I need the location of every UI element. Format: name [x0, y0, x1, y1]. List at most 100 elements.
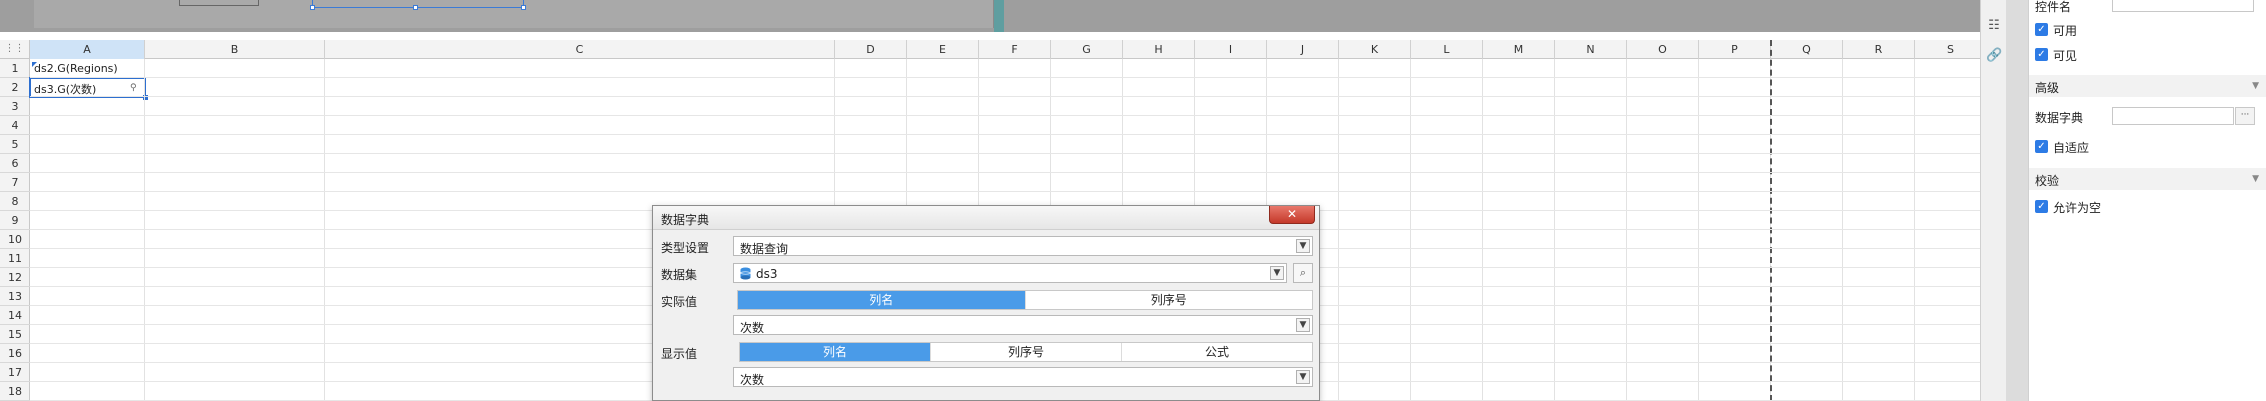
cell-a1[interactable]: ds2.G(Regions): [34, 62, 118, 75]
column-header-r[interactable]: R: [1843, 40, 1915, 59]
row-header-13[interactable]: 13: [0, 287, 30, 306]
property-panel: 控件名 ✓ 可用 ✓ 可见 高级 ▼ 数据字典 ··· ✓ 自适应 校验 ▼ ✓…: [2028, 0, 2266, 401]
column-header-o[interactable]: O: [1627, 40, 1699, 59]
grid-line: [1482, 59, 1483, 401]
checkbox-autofit-label: 自适应: [2053, 141, 2090, 155]
control-name-label: 控件名: [2035, 0, 2072, 14]
actual-value-tab-0[interactable]: 列名: [738, 291, 1026, 309]
column-header-a[interactable]: A: [30, 40, 145, 59]
checkbox-allow-empty[interactable]: ✓: [2035, 200, 2048, 213]
display-value-tabs: 列名 列序号 公式: [739, 342, 1313, 362]
preview-selected-widget[interactable]: [310, 0, 526, 10]
row-header-3[interactable]: 3: [0, 97, 30, 116]
type-value: 数据查询: [740, 242, 789, 256]
chevron-down-icon[interactable]: ▼: [1296, 239, 1310, 253]
link-icon[interactable]: 🔗: [1986, 48, 2002, 64]
display-column-select[interactable]: 次数 ▼: [733, 367, 1313, 387]
checkbox-usable[interactable]: ✓: [2035, 23, 2048, 36]
preview-dataset-icon[interactable]: ⌕: [1293, 263, 1313, 283]
row-header-11[interactable]: 11: [0, 249, 30, 268]
preview-widget[interactable]: [179, 0, 259, 6]
grid-line: [144, 59, 145, 401]
resize-handle[interactable]: [413, 5, 418, 10]
grid-icon[interactable]: ⋮⋮: [0, 40, 30, 59]
chevron-down-icon[interactable]: ▼: [2252, 174, 2259, 184]
column-header-s[interactable]: S: [1915, 40, 1980, 59]
display-value-tab-2[interactable]: 公式: [1122, 343, 1312, 361]
close-icon[interactable]: ✕: [1269, 206, 1315, 224]
panel-divider[interactable]: [2006, 0, 2028, 401]
grid-line: [1626, 59, 1627, 401]
row-header-6[interactable]: 6: [0, 154, 30, 173]
row-header-8[interactable]: 8: [0, 192, 30, 211]
row-header-16[interactable]: 16: [0, 344, 30, 363]
widget-settings-icon[interactable]: ☷: [1986, 18, 2002, 34]
chevron-down-icon[interactable]: ▼: [1296, 370, 1310, 384]
row-header-10[interactable]: 10: [0, 230, 30, 249]
column-header-h[interactable]: H: [1123, 40, 1195, 59]
column-header-d[interactable]: D: [835, 40, 907, 59]
row-header-15[interactable]: 15: [0, 325, 30, 344]
row-header-7[interactable]: 7: [0, 173, 30, 192]
resize-handle[interactable]: [521, 5, 526, 10]
dataset-select[interactable]: ds3 ▼: [733, 263, 1287, 283]
dialog-titlebar[interactable]: 数据字典 ✕: [653, 206, 1319, 230]
data-dict-input[interactable]: [2112, 107, 2234, 125]
column-header-j[interactable]: J: [1267, 40, 1339, 59]
actual-value-tab-1[interactable]: 列序号: [1026, 291, 1313, 309]
grid-line: [1842, 59, 1843, 401]
checkbox-autofit[interactable]: ✓: [2035, 140, 2048, 153]
display-value-tab-1[interactable]: 列序号: [931, 343, 1122, 361]
checkbox-visible-label: 可见: [2053, 49, 2078, 63]
dataset-label: 数据集: [661, 268, 698, 282]
row-header-17[interactable]: 17: [0, 363, 30, 382]
control-name-input[interactable]: [2112, 0, 2254, 12]
actual-column-select[interactable]: 次数 ▼: [733, 315, 1313, 335]
column-header-i[interactable]: I: [1195, 40, 1267, 59]
section-advanced-title: 高级: [2035, 81, 2060, 95]
column-header-f[interactable]: F: [979, 40, 1051, 59]
actual-value-tabs: 列名 列序号: [737, 290, 1313, 310]
data-dictionary-dialog: 数据字典 ✕ 类型设置 数据查询 ▼ 数据集 ds3 ▼ ⌕ 实际值 列名 列序号…: [652, 205, 1320, 401]
column-header-l[interactable]: L: [1411, 40, 1483, 59]
resize-handle[interactable]: [310, 5, 315, 10]
column-header-m[interactable]: M: [1483, 40, 1555, 59]
section-advanced[interactable]: 高级 ▼: [2029, 75, 2266, 97]
column-header-c[interactable]: C: [325, 40, 835, 59]
grid-line: [1338, 59, 1339, 401]
type-select[interactable]: 数据查询 ▼: [733, 236, 1313, 256]
row-header-18[interactable]: 18: [0, 382, 30, 401]
column-header-n[interactable]: N: [1555, 40, 1627, 59]
row-header-bar: 1 2 3 4 5 6 7 8 9 10 11 12 13 14 15 16 17 18: [0, 59, 30, 401]
row-header-5[interactable]: 5: [0, 135, 30, 154]
grid-line: [1410, 59, 1411, 401]
grid-line: [1914, 59, 1915, 401]
chevron-down-icon[interactable]: ▼: [1296, 318, 1310, 332]
column-header-g[interactable]: G: [1051, 40, 1123, 59]
checkbox-visible[interactable]: ✓: [2035, 48, 2048, 61]
column-header-k[interactable]: K: [1339, 40, 1411, 59]
grid-line: [30, 134, 1980, 135]
display-value-tab-0[interactable]: 列名: [740, 343, 931, 361]
grid-line: [30, 96, 1980, 97]
column-header-q[interactable]: Q: [1771, 40, 1843, 59]
row-header-4[interactable]: 4: [0, 116, 30, 135]
column-header-b[interactable]: B: [145, 40, 325, 59]
row-header-14[interactable]: 14: [0, 306, 30, 325]
display-column-value: 次数: [740, 373, 765, 387]
chevron-down-icon[interactable]: ▼: [1270, 266, 1284, 280]
column-header-e[interactable]: E: [907, 40, 979, 59]
dialog-title: 数据字典: [661, 213, 710, 227]
section-validation[interactable]: 校验 ▼: [2029, 168, 2266, 190]
actual-column-value: 次数: [740, 321, 765, 335]
row-header-9[interactable]: 9: [0, 211, 30, 230]
preview-scrollbar[interactable]: [994, 0, 1004, 32]
grid-line: [324, 59, 325, 401]
chevron-down-icon[interactable]: ▼: [2252, 81, 2259, 91]
row-header-1[interactable]: 1: [0, 59, 30, 78]
row-header-12[interactable]: 12: [0, 268, 30, 287]
data-dict-button[interactable]: ···: [2235, 107, 2255, 125]
row-header-2[interactable]: 2: [0, 78, 30, 97]
display-value-label: 显示值: [661, 347, 698, 361]
column-header-p[interactable]: P: [1699, 40, 1771, 59]
